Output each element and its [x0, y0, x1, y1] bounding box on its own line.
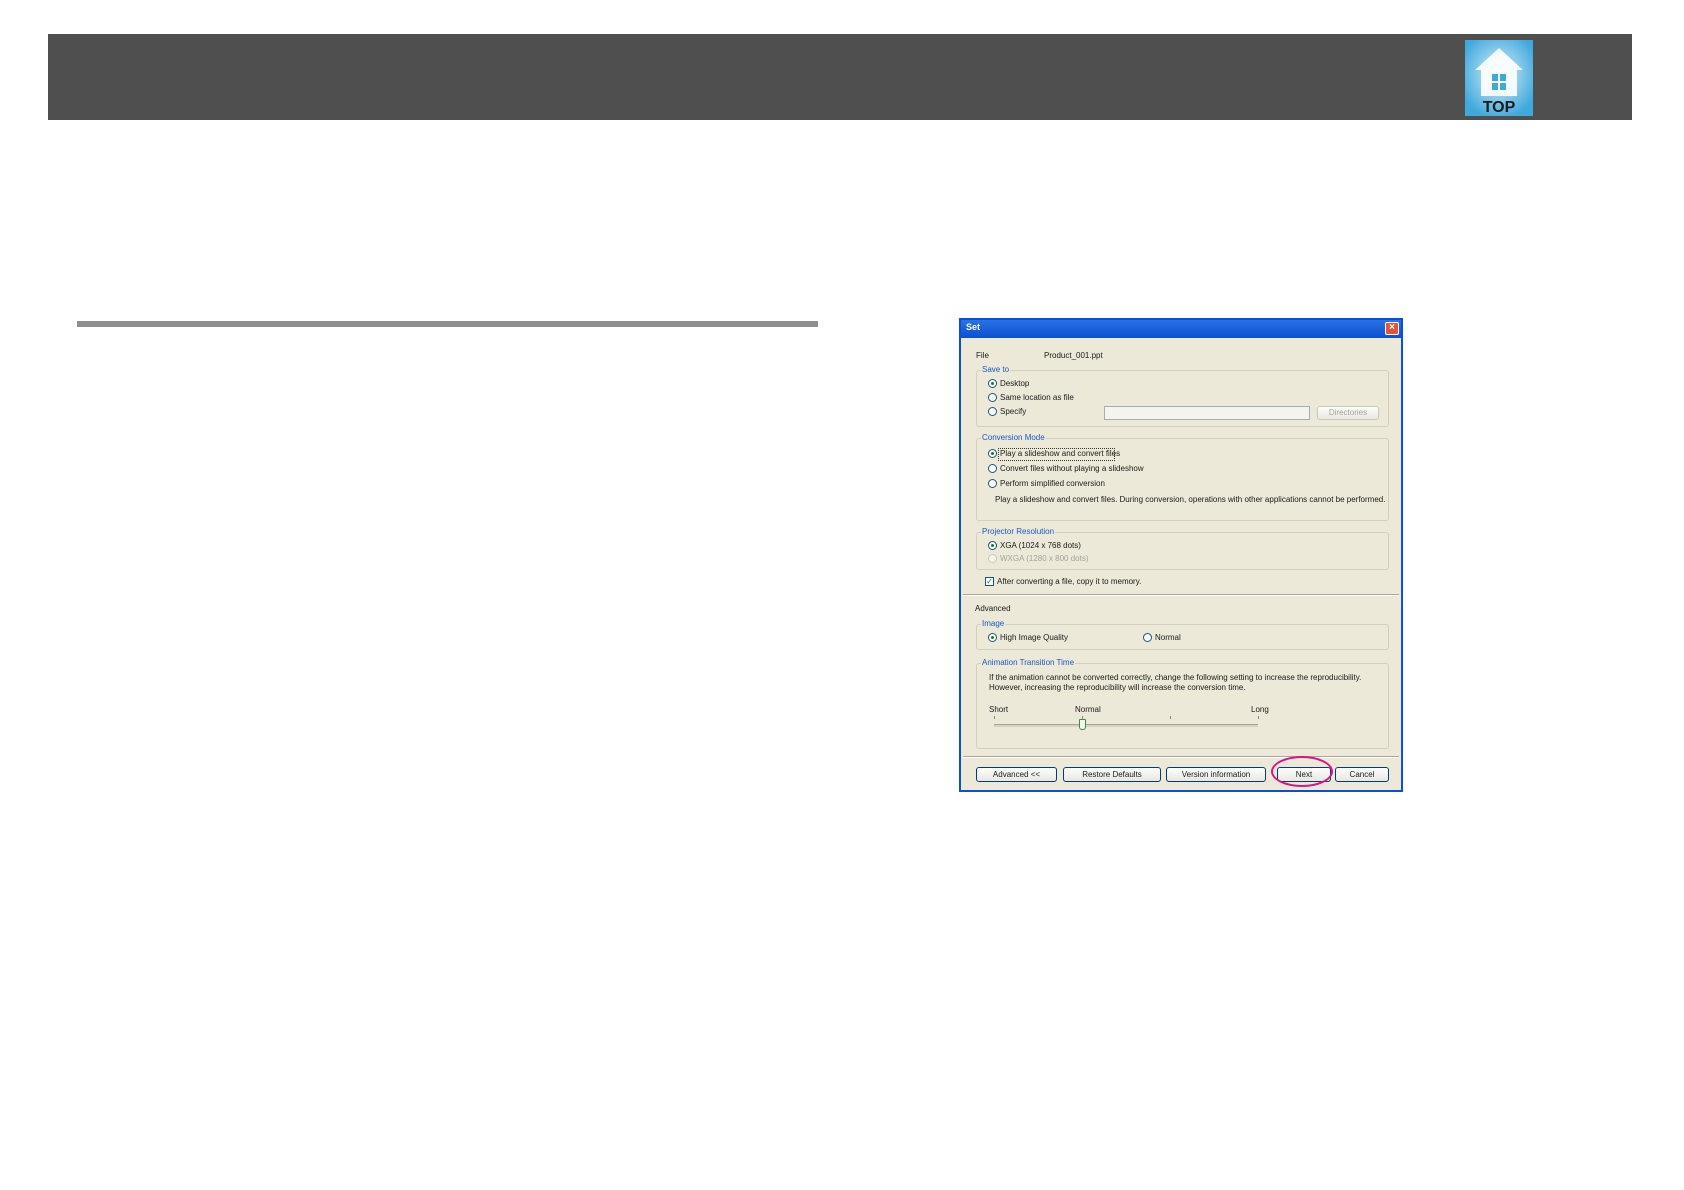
scale-label-normal: Normal	[1075, 705, 1101, 714]
animation-slider-thumb[interactable]	[1079, 719, 1086, 730]
radio-play-slideshow[interactable]	[988, 449, 997, 458]
radio-simplified-conversion-label: Perform simplified conversion	[1000, 479, 1105, 488]
radio-high-quality[interactable]	[988, 633, 997, 642]
image-legend: Image	[981, 619, 1006, 629]
radio-simplified-conversion[interactable]	[988, 479, 997, 488]
radio-high-quality-label: High Image Quality	[1000, 633, 1069, 642]
scale-label-short: Short	[989, 705, 1009, 714]
next-button-highlight	[1271, 756, 1333, 787]
cancel-button[interactable]: Cancel	[1335, 767, 1389, 782]
advanced-button[interactable]: Advanced <<	[976, 767, 1057, 782]
radio-convert-without-slideshow-label: Convert files without playing a slidesho…	[1000, 464, 1144, 473]
animation-description-2: However, increasing the reproducibility …	[989, 683, 1246, 692]
advanced-label: Advanced	[975, 604, 1011, 613]
radio-convert-without-slideshow[interactable]	[988, 464, 997, 473]
radio-wxga[interactable]	[988, 554, 997, 563]
animation-description-1: If the animation cannot be converted cor…	[989, 673, 1362, 682]
restore-defaults-button[interactable]: Restore Defaults	[1063, 767, 1161, 782]
copy-to-memory-checkbox[interactable]: ✓	[985, 577, 994, 586]
radio-desktop[interactable]	[988, 379, 997, 388]
buttons-separator	[963, 756, 1399, 757]
projector-resolution-group: Projector Resolution	[976, 527, 1389, 570]
scale-label-long: Long	[1251, 705, 1269, 714]
radio-wxga-label: WXGA (1280 x 800 dots)	[1000, 554, 1089, 563]
path-input[interactable]	[1104, 406, 1310, 420]
focus-rect	[998, 448, 1115, 461]
radio-xga-label: XGA (1024 x 768 dots)	[1000, 541, 1081, 550]
animation-legend: Animation Transition Time	[981, 658, 1076, 668]
advanced-separator	[963, 594, 1399, 595]
dialog-title: Set	[966, 322, 981, 332]
radio-normal-quality[interactable]	[1143, 633, 1152, 642]
projector-resolution-legend: Projector Resolution	[981, 527, 1056, 537]
save-to-legend: Save to	[981, 365, 1011, 375]
radio-specify[interactable]	[988, 407, 997, 416]
radio-normal-quality-label: Normal	[1155, 633, 1181, 642]
slider-tick	[994, 716, 995, 719]
section-rule	[77, 321, 818, 327]
file-label: File	[976, 351, 989, 360]
set-dialog: Set × File Product_001.ppt Save to Deskt…	[959, 318, 1403, 792]
version-information-button[interactable]: Version information	[1166, 767, 1266, 782]
radio-desktop-label: Desktop	[1000, 379, 1030, 388]
radio-xga[interactable]	[988, 541, 997, 550]
slider-tick	[1258, 716, 1259, 719]
conversion-mode-legend: Conversion Mode	[981, 433, 1046, 443]
copy-to-memory-label: After converting a file, copy it to memo…	[997, 577, 1142, 586]
radio-same-location-label: Same location as file	[1000, 393, 1074, 402]
close-icon[interactable]: ×	[1385, 322, 1399, 335]
radio-specify-label: Specify	[1000, 407, 1027, 416]
house-icon: TOP	[1465, 40, 1533, 116]
file-value: Product_001.ppt	[1044, 351, 1103, 360]
conversion-mode-description: Play a slideshow and convert files. Duri…	[995, 495, 1386, 504]
directories-button[interactable]: Directories	[1317, 406, 1379, 420]
top-logo-label: TOP	[1483, 99, 1516, 116]
dialog-titlebar[interactable]: Set ×	[961, 320, 1401, 338]
header-bar	[48, 34, 1632, 120]
radio-same-location[interactable]	[988, 393, 997, 402]
top-logo[interactable]: TOP	[1465, 40, 1533, 116]
slider-tick	[1170, 716, 1171, 719]
animation-slider-track[interactable]	[994, 724, 1258, 727]
